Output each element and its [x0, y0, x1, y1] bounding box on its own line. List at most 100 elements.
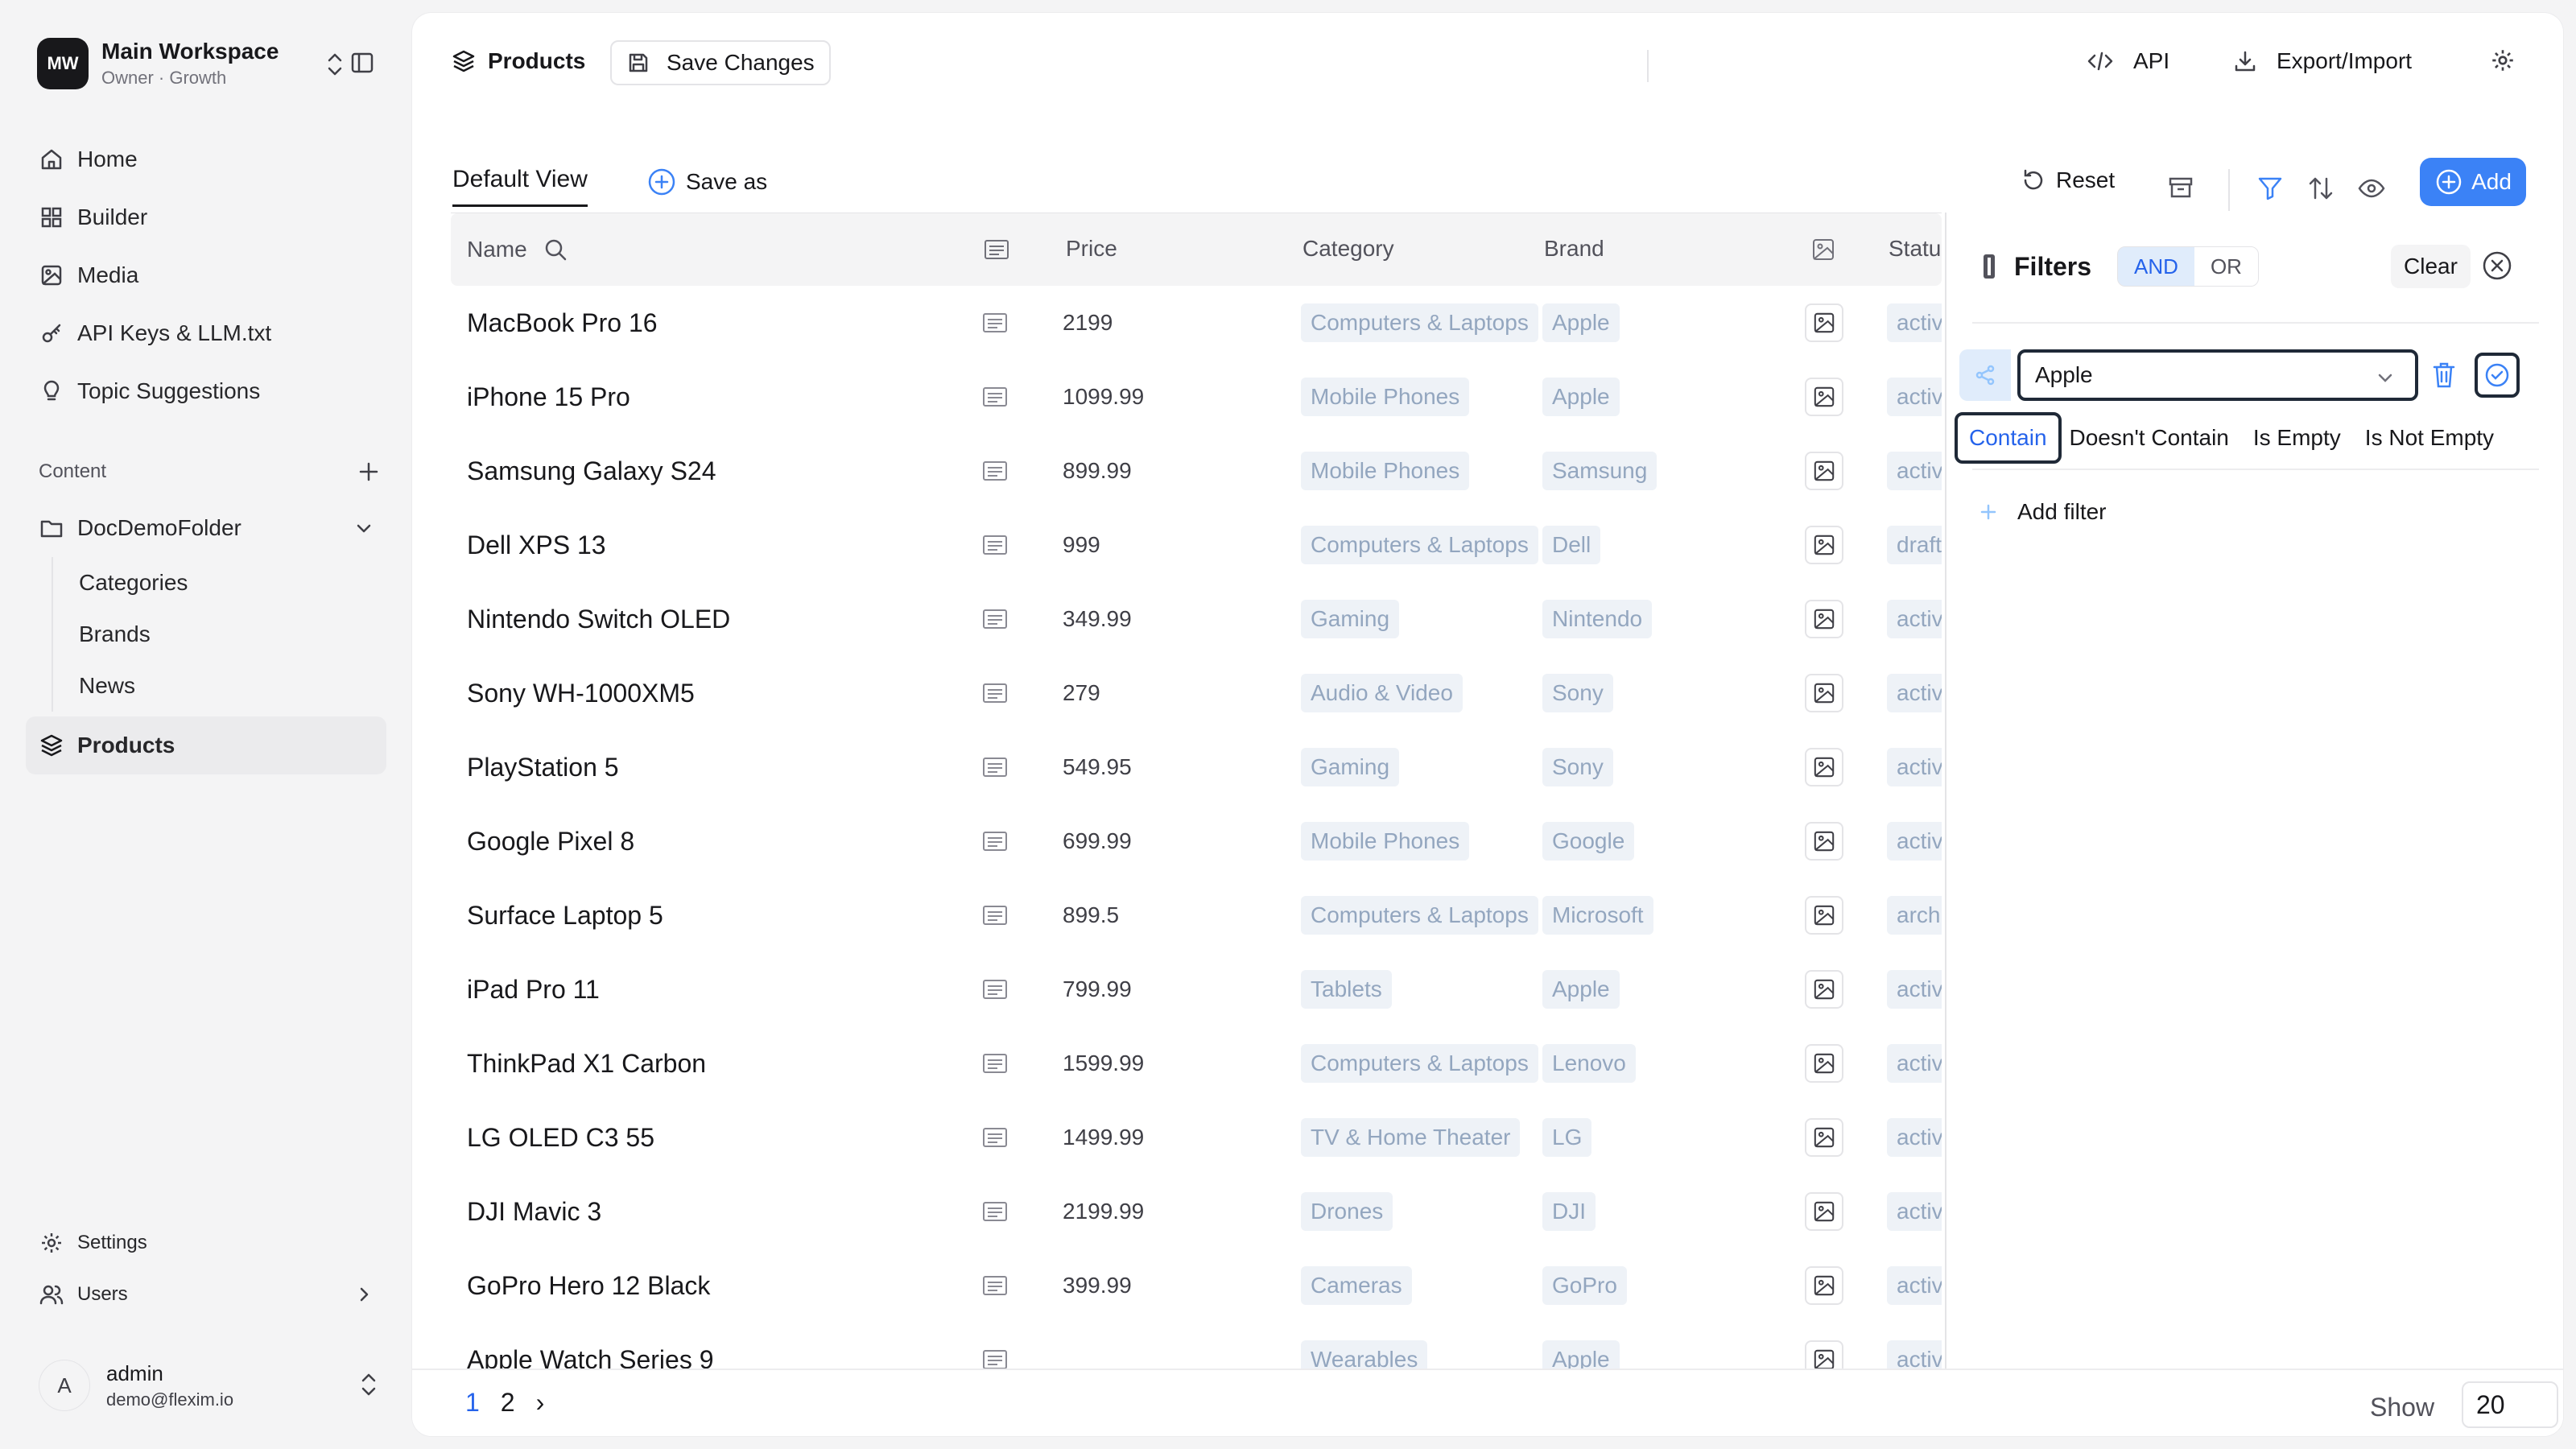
export-import-button[interactable]: Export/Import — [2233, 48, 2412, 74]
product-name[interactable]: Surface Laptop 5 — [467, 878, 663, 952]
image-icon[interactable] — [1805, 526, 1843, 564]
user-menu[interactable]: A admin demo@flexim.io — [39, 1357, 380, 1414]
add-button[interactable]: Add — [2420, 158, 2526, 206]
close-icon[interactable] — [2481, 250, 2513, 282]
sidebar-item-topic-suggestions[interactable]: Topic Suggestions — [26, 362, 386, 420]
column-header-status[interactable]: Status — [1889, 236, 1942, 262]
confirm-filter-button[interactable] — [2475, 353, 2520, 398]
sidebar-item-settings[interactable]: Settings — [26, 1217, 386, 1269]
product-name[interactable]: Google Pixel 8 — [467, 804, 634, 878]
product-name[interactable]: ThinkPad X1 Carbon — [467, 1026, 706, 1100]
brand-chip[interactable]: Dell — [1542, 526, 1601, 564]
category-chip[interactable]: Computers & Laptops — [1301, 896, 1538, 935]
rich-text-icon[interactable] — [982, 1026, 1008, 1100]
table-row[interactable]: ThinkPad X1 Carbon 1599.99 Computers & Lap… — [451, 1026, 1942, 1100]
image-icon[interactable] — [1805, 452, 1843, 490]
rich-text-icon[interactable] — [982, 1174, 1008, 1249]
brand-chip[interactable]: Microsoft — [1542, 896, 1653, 935]
image-icon[interactable] — [1805, 748, 1843, 786]
chevron-down-icon[interactable] — [353, 517, 375, 539]
category-chip[interactable]: Computers & Laptops — [1301, 303, 1538, 342]
table-row[interactable]: iPhone 15 Pro 1099.99 Mobile Phones Apple ac… — [451, 360, 1942, 434]
brand-chip[interactable]: Apple — [1542, 303, 1620, 342]
product-name[interactable]: LG OLED C3 55 — [467, 1100, 654, 1174]
product-name[interactable]: iPhone 15 Pro — [467, 360, 630, 434]
product-name[interactable]: Nintendo Switch OLED — [467, 582, 730, 656]
rich-text-icon[interactable] — [982, 582, 1008, 656]
brand-chip[interactable]: Sony — [1542, 748, 1613, 786]
clear-filters-button[interactable]: Clear — [2391, 245, 2471, 288]
brand-chip[interactable]: Sony — [1542, 674, 1613, 712]
product-name[interactable]: GoPro Hero 12 Black — [467, 1249, 710, 1323]
brand-chip[interactable]: Samsung — [1542, 452, 1657, 490]
product-name[interactable]: MacBook Pro 16 — [467, 286, 658, 360]
rich-text-icon[interactable] — [982, 1100, 1008, 1174]
brand-chip[interactable]: Apple — [1542, 1340, 1620, 1368]
rich-text-icon[interactable] — [982, 730, 1008, 804]
tab-default-view[interactable]: Default View — [452, 166, 588, 207]
product-name[interactable]: PlayStation 5 — [467, 730, 619, 804]
operator-doesnt-contain[interactable]: Doesn't Contain — [2070, 425, 2229, 451]
image-icon[interactable] — [1805, 1266, 1843, 1305]
chevron-right-icon[interactable] — [353, 1283, 375, 1306]
next-page-button[interactable]: › — [536, 1388, 545, 1418]
share-icon[interactable] — [1959, 349, 2011, 401]
table-row[interactable]: DJI Mavic 3 2199.99 Drones DJI active — [451, 1174, 1942, 1249]
sidebar-item-docdemofolder[interactable]: DocDemoFolder — [26, 499, 386, 557]
rich-text-icon[interactable] — [982, 360, 1008, 434]
rich-text-icon[interactable] — [982, 878, 1008, 952]
product-name[interactable]: DJI Mavic 3 — [467, 1174, 601, 1249]
category-chip[interactable]: Computers & Laptops — [1301, 1044, 1538, 1083]
brand-chip[interactable]: DJI — [1542, 1192, 1596, 1231]
brand-chip[interactable]: GoPro — [1542, 1266, 1627, 1305]
column-header-name[interactable]: Name — [467, 236, 569, 263]
image-icon[interactable] — [1805, 822, 1843, 861]
table-row[interactable]: GoPro Hero 12 Black 399.99 Cameras GoPro act… — [451, 1249, 1942, 1323]
category-chip[interactable]: Tablets — [1301, 970, 1392, 1009]
eye-icon[interactable] — [2357, 174, 2386, 203]
toggle-sidebar-icon[interactable] — [349, 50, 375, 76]
page-2[interactable]: 2 — [501, 1388, 515, 1418]
archive-icon[interactable] — [2167, 174, 2194, 201]
category-chip[interactable]: Mobile Phones — [1301, 822, 1470, 861]
save-changes-button[interactable]: Save Changes — [610, 40, 831, 85]
image-icon[interactable] — [1805, 1044, 1843, 1083]
operator-is-empty[interactable]: Is Empty — [2253, 425, 2341, 451]
category-chip[interactable]: Cameras — [1301, 1266, 1412, 1305]
filter-icon[interactable] — [2256, 174, 2285, 203]
chevrons-up-down-icon[interactable] — [357, 1372, 380, 1397]
sidebar-item-products[interactable]: Products — [26, 716, 386, 774]
workspace-switcher[interactable]: MW Main Workspace Owner · Growth — [37, 37, 383, 90]
brand-chip[interactable]: Lenovo — [1542, 1044, 1636, 1083]
image-icon[interactable] — [1805, 600, 1843, 638]
rich-text-icon[interactable] — [982, 286, 1008, 360]
category-chip[interactable]: Audio & Video — [1301, 674, 1463, 712]
image-icon[interactable] — [1805, 674, 1843, 712]
rich-text-icon[interactable] — [982, 952, 1008, 1026]
sort-icon[interactable] — [2307, 174, 2334, 203]
table-row[interactable]: LG OLED C3 55 1499.99 TV & Home Theater LG a… — [451, 1100, 1942, 1174]
column-header-brand[interactable]: Brand — [1544, 236, 1604, 262]
sidebar-item-home[interactable]: Home — [26, 130, 386, 188]
column-header-category[interactable]: Category — [1302, 236, 1394, 262]
save-as-button[interactable]: Save as — [647, 167, 767, 196]
table-row[interactable]: Sony WH-1000XM5 279 Audio & Video Sony activ… — [451, 656, 1942, 730]
settings-gear-icon[interactable] — [2489, 47, 2516, 74]
or-option[interactable]: OR — [2194, 247, 2258, 286]
table-row[interactable]: Surface Laptop 5 899.5 Computers & Laptops… — [451, 878, 1942, 952]
rich-text-icon[interactable] — [982, 508, 1008, 582]
and-option[interactable]: AND — [2118, 247, 2194, 286]
rich-text-icon[interactable] — [982, 1323, 1008, 1368]
product-name[interactable]: Apple Watch Series 9 — [467, 1323, 714, 1369]
image-icon[interactable] — [1805, 1192, 1843, 1231]
add-filter-button[interactable]: Add filter — [1979, 499, 2107, 525]
reset-button[interactable]: Reset — [2021, 167, 2115, 193]
sidebar-item-news[interactable]: News — [52, 660, 386, 712]
category-chip[interactable]: TV & Home Theater — [1301, 1118, 1521, 1157]
rich-text-icon[interactable] — [982, 804, 1008, 878]
brand-chip[interactable]: LG — [1542, 1118, 1592, 1157]
chevrons-up-down-icon[interactable] — [324, 52, 346, 77]
sidebar-item-api-keys[interactable]: API Keys & LLM.txt — [26, 304, 386, 362]
table-row[interactable]: MacBook Pro 16 2199 Computers & Laptops App… — [451, 286, 1942, 360]
table-row[interactable]: iPad Pro 11 799.99 Tablets Apple active — [451, 952, 1942, 1026]
